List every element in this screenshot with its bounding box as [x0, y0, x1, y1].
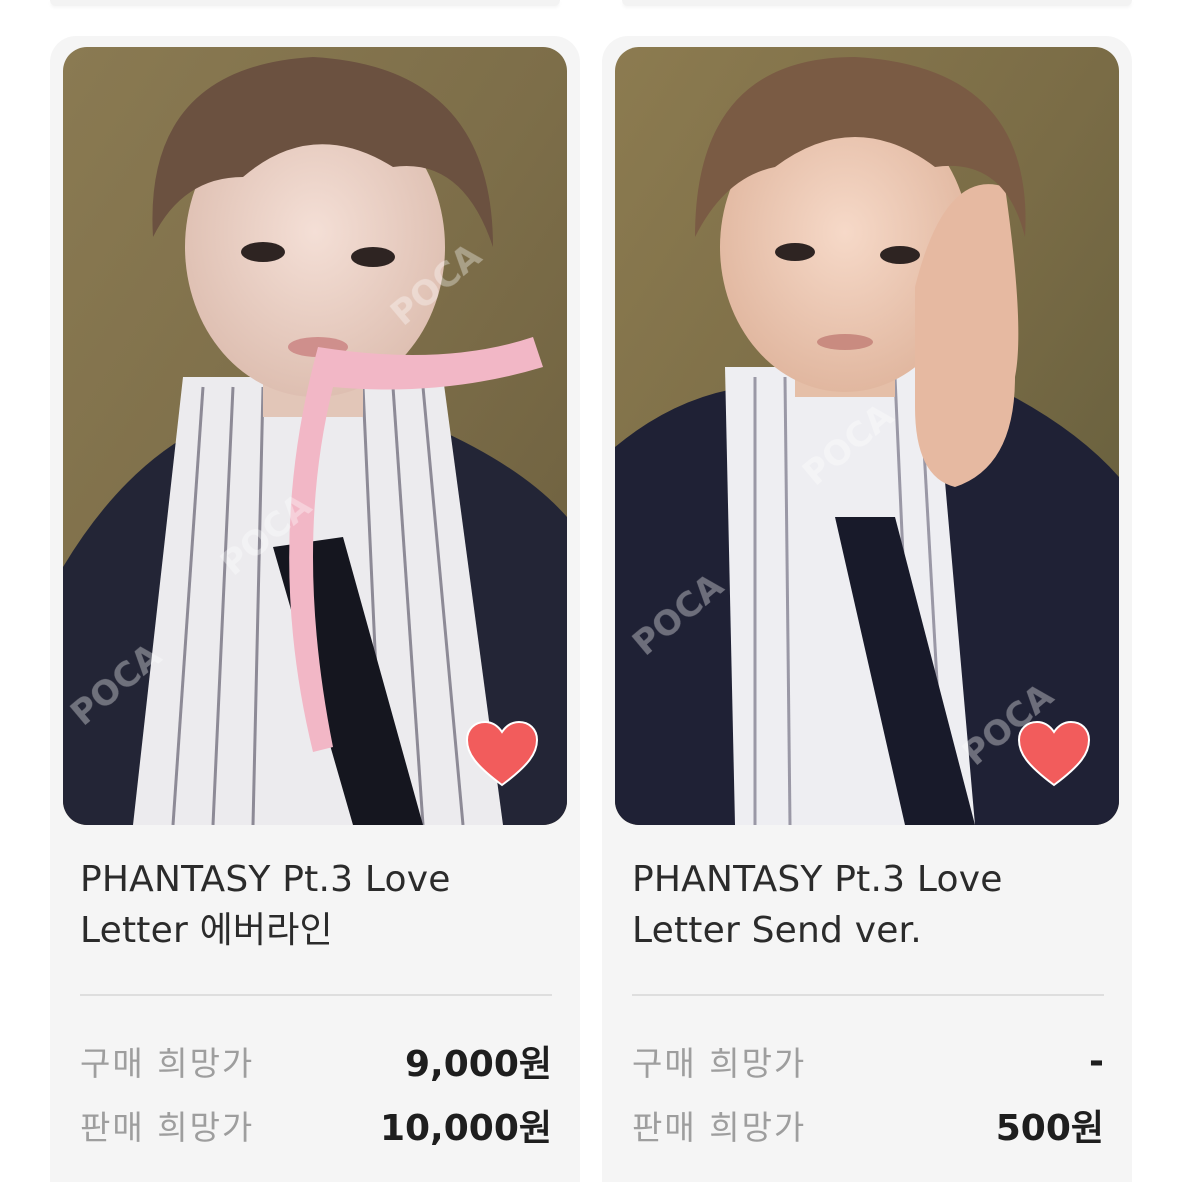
sell-price-label: 판매 희망가 — [80, 1108, 255, 1147]
photocard-image[interactable]: POCA POCA POCA — [63, 47, 567, 825]
sell-price-row: 판매 희망가 10,000원 — [80, 1100, 552, 1150]
buy-price-row: 구매 희망가 - — [632, 1036, 1104, 1086]
sell-price-label: 판매 희망가 — [632, 1108, 807, 1147]
photocard-listing-grid: POCA POCA POCA PHANTASY Pt.3 Love Letter… — [0, 0, 1182, 1182]
listing-card[interactable]: POCA POCA POCA PHANTASY Pt.3 Love Letter… — [50, 36, 580, 1182]
buy-price-label: 구매 희망가 — [80, 1044, 255, 1083]
divider — [80, 994, 552, 996]
buy-price-label: 구매 희망가 — [632, 1044, 807, 1083]
photocard-image[interactable]: POCA POCA POCA — [615, 47, 1119, 825]
buy-price-value: 9,000원 — [405, 1044, 552, 1085]
sell-price-value: 10,000원 — [379, 1108, 552, 1149]
sell-price-row: 판매 희망가 500원 — [632, 1100, 1104, 1150]
buy-price-row: 구매 희망가 9,000원 — [80, 1036, 552, 1086]
listing-title[interactable]: PHANTASY Pt.3 Love Letter 에버라인 — [80, 854, 550, 956]
buy-price-value: - — [1089, 1040, 1104, 1082]
sell-price-value: 500원 — [995, 1108, 1104, 1149]
divider — [632, 994, 1104, 996]
previous-card-edge — [50, 0, 560, 6]
listing-title[interactable]: PHANTASY Pt.3 Love Letter Send ver. — [632, 854, 1102, 956]
favorite-heart-icon[interactable] — [465, 721, 539, 787]
previous-card-edge — [622, 0, 1132, 6]
listing-card[interactable]: POCA POCA POCA PHANTASY Pt.3 Love Letter… — [602, 36, 1132, 1182]
favorite-heart-icon[interactable] — [1017, 721, 1091, 787]
